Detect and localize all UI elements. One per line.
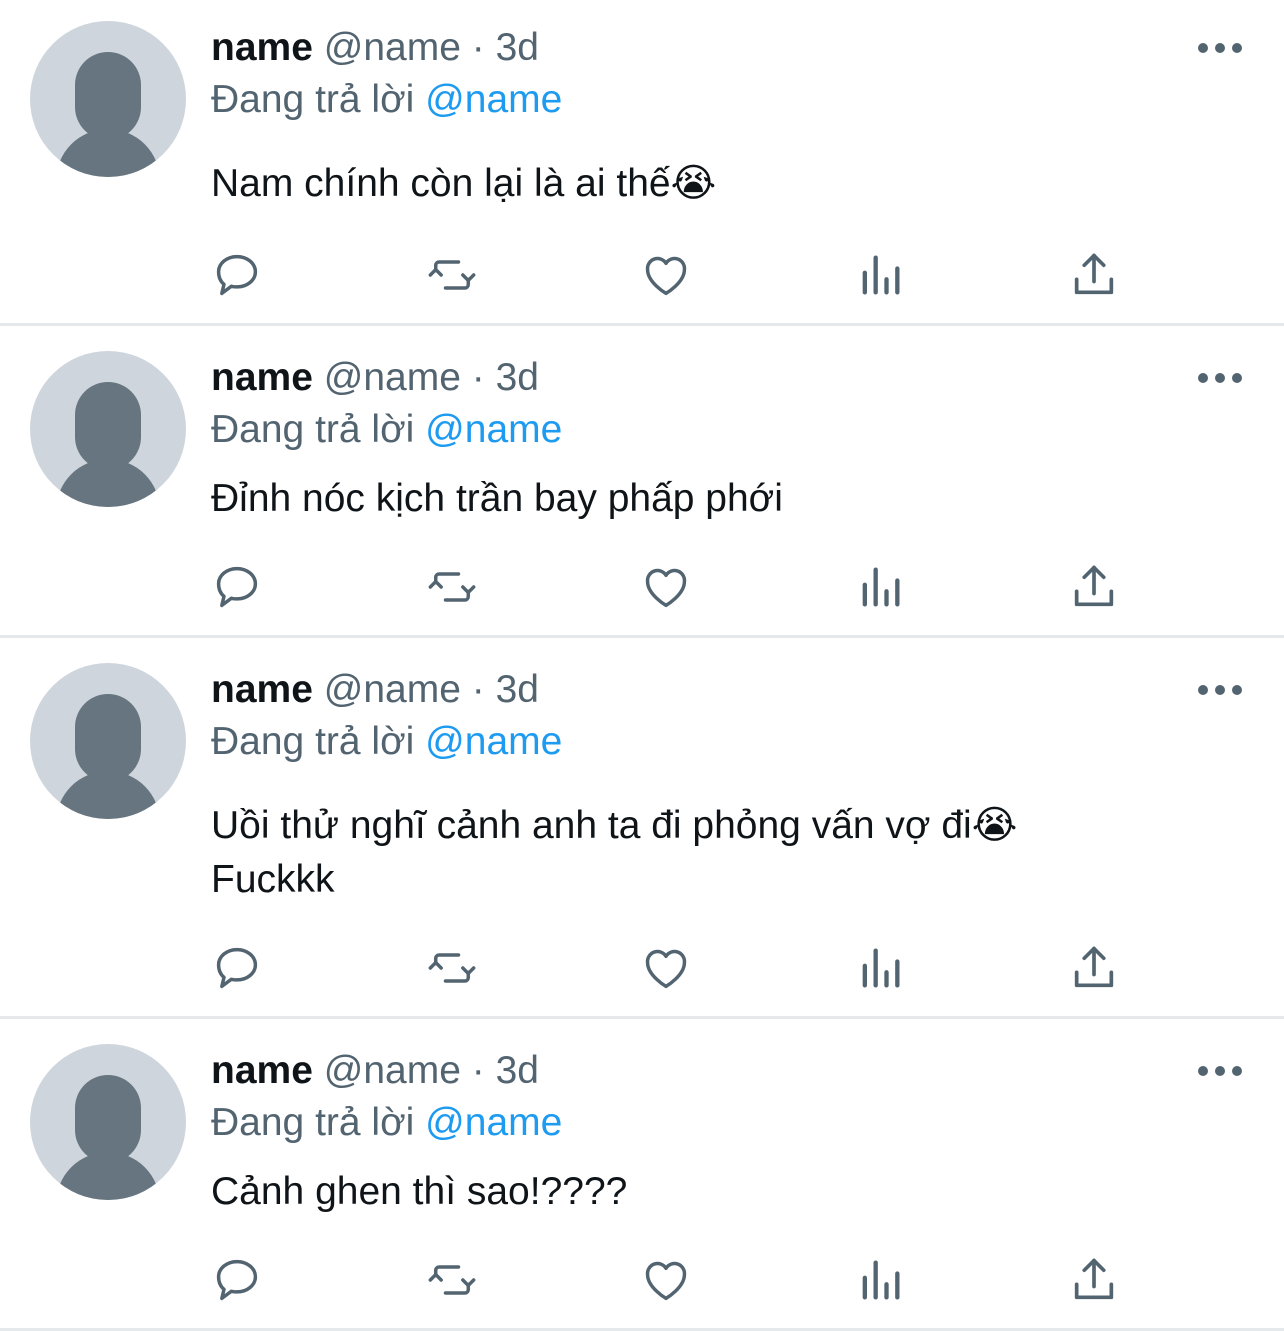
default-avatar-icon-body <box>56 771 160 819</box>
default-avatar-icon-body <box>56 1152 160 1200</box>
mention-link[interactable]: @name <box>425 78 562 121</box>
default-avatar-icon-body <box>56 129 160 177</box>
views-chart-icon[interactable] <box>852 940 908 996</box>
action-bar <box>0 559 1284 615</box>
display-name[interactable]: name <box>211 1049 313 1092</box>
more-options-icon[interactable] <box>1198 370 1242 386</box>
default-avatar-icon <box>75 382 141 470</box>
like-heart-icon[interactable] <box>638 247 694 303</box>
action-bar <box>0 940 1284 996</box>
like-heart-icon[interactable] <box>638 940 694 996</box>
divider <box>0 1016 1284 1019</box>
share-icon[interactable] <box>1066 1252 1122 1308</box>
mention-link[interactable]: @name <box>425 408 562 451</box>
tweet-text: Đỉnh nóc kịch trần bay phấp phới <box>211 477 783 520</box>
mention-link[interactable]: @name <box>425 720 562 763</box>
display-name[interactable]: name <box>211 668 313 711</box>
tweet-header: name @name · 3d <box>211 355 539 401</box>
timestamp[interactable]: 3d <box>496 1049 539 1092</box>
retweet-icon[interactable] <box>424 1252 480 1308</box>
share-icon[interactable] <box>1066 940 1122 996</box>
retweet-icon[interactable] <box>424 559 480 615</box>
tweet-header: name @name · 3d <box>211 25 539 71</box>
more-options-icon[interactable] <box>1198 1063 1242 1079</box>
avatar[interactable] <box>30 351 186 507</box>
timestamp[interactable]: 3d <box>496 26 539 69</box>
more-options-icon[interactable] <box>1198 40 1242 56</box>
reply-icon[interactable] <box>209 559 265 615</box>
separator: · <box>471 26 485 69</box>
mention-link[interactable]: @name <box>425 1101 562 1144</box>
more-options-icon[interactable] <box>1198 682 1242 698</box>
retweet-icon[interactable] <box>424 940 480 996</box>
default-avatar-icon <box>75 1075 141 1163</box>
user-handle[interactable]: @name <box>324 26 461 69</box>
avatar[interactable] <box>30 21 186 177</box>
divider <box>0 323 1284 326</box>
retweet-icon[interactable] <box>424 247 480 303</box>
divider <box>0 635 1284 638</box>
default-avatar-icon <box>75 694 141 782</box>
reply-prefix: Đang trả lời <box>211 720 415 763</box>
timestamp[interactable]: 3d <box>496 668 539 711</box>
user-handle[interactable]: @name <box>324 668 461 711</box>
display-name[interactable]: name <box>211 26 313 69</box>
tweet-header: name @name · 3d <box>211 667 539 713</box>
like-heart-icon[interactable] <box>638 559 694 615</box>
reply-icon[interactable] <box>209 940 265 996</box>
action-bar <box>0 247 1284 303</box>
separator: · <box>471 1049 485 1092</box>
avatar[interactable] <box>30 663 186 819</box>
reply-prefix: Đang trả lời <box>211 1101 415 1144</box>
like-heart-icon[interactable] <box>638 1252 694 1308</box>
user-handle[interactable]: @name <box>324 1049 461 1092</box>
display-name[interactable]: name <box>211 356 313 399</box>
tweet-header: name @name · 3d <box>211 1048 539 1094</box>
views-chart-icon[interactable] <box>852 559 908 615</box>
share-icon[interactable] <box>1066 559 1122 615</box>
replying-to: Đang trả lời @name <box>211 77 562 123</box>
tweet-text: Nam chính còn lại là ai thế😭 <box>211 162 717 205</box>
views-chart-icon[interactable] <box>852 247 908 303</box>
reply-prefix: Đang trả lời <box>211 408 415 451</box>
action-bar <box>0 1252 1284 1308</box>
reply-icon[interactable] <box>209 1252 265 1308</box>
replying-to: Đang trả lời @name <box>211 1100 562 1146</box>
avatar[interactable] <box>30 1044 186 1200</box>
tweet-text: Uồi thử nghĩ cảnh anh ta đi phỏng vấn vợ… <box>211 804 1018 901</box>
share-icon[interactable] <box>1066 247 1122 303</box>
separator: · <box>471 668 485 711</box>
tweet-text: Cảnh ghen thì sao!???? <box>211 1170 628 1213</box>
reply-icon[interactable] <box>209 247 265 303</box>
default-avatar-icon-body <box>56 459 160 507</box>
replying-to: Đang trả lời @name <box>211 407 562 453</box>
default-avatar-icon <box>75 52 141 140</box>
timestamp[interactable]: 3d <box>496 356 539 399</box>
user-handle[interactable]: @name <box>324 356 461 399</box>
reply-prefix: Đang trả lời <box>211 78 415 121</box>
views-chart-icon[interactable] <box>852 1252 908 1308</box>
replying-to: Đang trả lời @name <box>211 719 562 765</box>
separator: · <box>471 356 485 399</box>
